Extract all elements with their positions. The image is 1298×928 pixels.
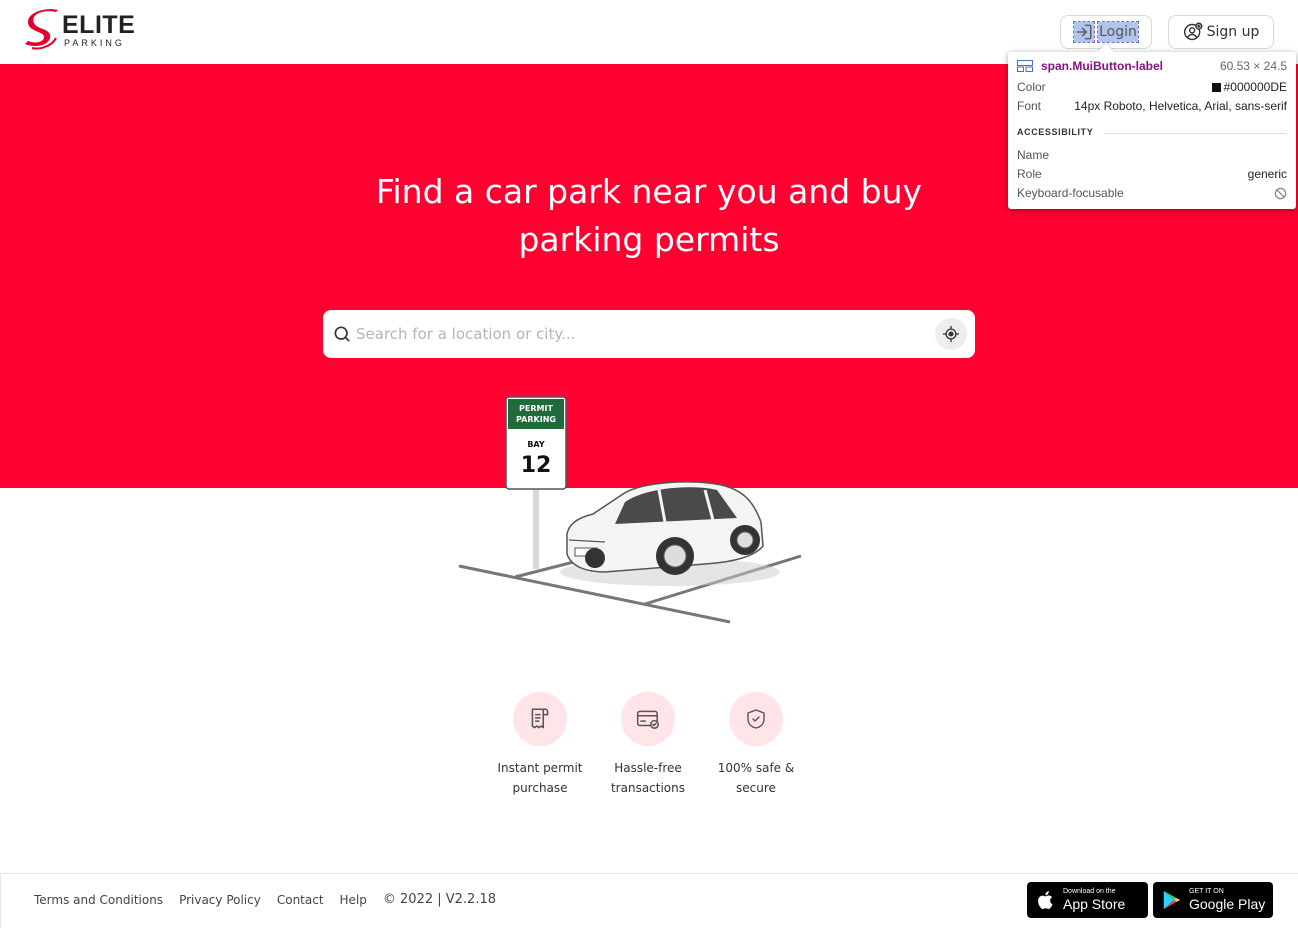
inspector-accessibility-heading: ACCESSIBILITY [1017,127,1287,137]
hero-title: Find a car park near you and buy parking… [375,172,923,259]
footer-link-help[interactable]: Help [340,893,367,907]
google-play-small-text: GET IT ON [1189,888,1224,895]
inspector-focus-row: Keyboard-focusable [1017,186,1287,200]
footer-link-contact[interactable]: Contact [277,893,324,907]
google-play-big-text: Google Play [1189,896,1266,912]
inspector-font-row: Font 14px Roboto, Helvetica, Arial, sans… [1017,99,1287,113]
element-layout-icon [1017,60,1033,72]
google-play-badge[interactable]: GET IT ON Google Play [1153,882,1273,918]
inspector-focus-label: Keyboard-focusable [1017,186,1124,200]
sign-line-1: PERMIT [519,404,553,413]
login-icon [1073,21,1096,43]
google-play-icon [1163,890,1181,910]
color-swatch [1211,83,1221,92]
feature-label: Instant permit purchase [497,761,583,795]
search-input[interactable] [356,314,935,354]
card-check-icon [621,692,675,746]
footer-link-privacy[interactable]: Privacy Policy [179,893,261,907]
footer-link-terms[interactable]: Terms and Conditions [34,893,163,907]
apple-icon [1038,891,1053,909]
inspector-color-row: Color #000000DE [1017,80,1287,94]
logo-sub-text: PARKING [64,38,125,48]
feature-safe-secure: 100% safe & secure [702,692,810,802]
logo-s-mark [25,9,58,50]
inspector-header: span.MuiButton-label 60.53 × 24.5 [1017,59,1287,73]
login-label: Login [1097,21,1139,43]
inspector-name-label: Name [1017,148,1050,162]
shield-check-icon [729,692,783,746]
parked-car-illustration: PERMIT PARKING BAY 12 [458,396,802,624]
signup-button[interactable]: Sign up [1168,15,1274,49]
inspector-font-value: 14px Roboto, Helvetica, Arial, sans-seri… [1074,99,1287,113]
inspector-role-row: Role generic [1017,167,1287,181]
sign-bay: BAY [527,440,545,449]
feature-instant-purchase: Instant permit purchase [486,692,594,802]
sign-number: 12 [521,453,552,478]
inspector-role-value: generic [1247,167,1287,181]
crosshair-icon [942,325,960,343]
inspector-role-label: Role [1017,167,1042,181]
logo-brand-text: ELITE [62,11,136,39]
footer: Terms and Conditions Privacy Policy Cont… [0,873,1298,928]
not-focusable-icon [1274,187,1287,199]
elite-parking-logo[interactable]: ELITE PARKING [22,8,142,52]
tooltip-divider [1104,133,1287,134]
car-icon [566,481,764,575]
search-bar [323,310,975,358]
sign-line-2: PARKING [516,415,556,424]
signup-label: Sign up [1206,24,1260,40]
page: ELITE PARKING Login Sign up Find a car p… [0,0,1298,928]
app-store-badge[interactable]: Download on the App Store [1027,882,1148,918]
inspector-name-row: Name [1017,148,1287,162]
inspector-size: 60.53 × 24.5 [1219,59,1287,73]
search-icon [332,324,352,344]
receipt-icon [513,692,567,746]
copyright-text: © 2022 | V2.2.18 [382,892,496,907]
locate-me-button[interactable] [935,318,967,350]
features-row: Instant permit purchase Hassle-free tran… [486,692,812,802]
accessibility-section-label: ACCESSIBILITY [1017,127,1094,137]
feature-label: 100% safe & secure [717,761,795,795]
inspector-tooltip: span.MuiButton-label 60.53 × 24.5 Color … [1008,43,1296,209]
inspector-color-label: Color [1017,80,1046,94]
inspector-element-name: span.MuiButton-label [1041,59,1163,73]
app-store-small-text: Download on the [1063,888,1116,895]
app-store-big-text: App Store [1063,896,1126,912]
footer-links: Terms and Conditions Privacy Policy Cont… [34,892,496,907]
feature-hassle-free: Hassle-free transactions [594,692,702,802]
user-add-icon [1183,22,1203,42]
inspector-font-label: Font [1017,99,1042,113]
feature-label: Hassle-free transactions [610,761,686,795]
inspector-color-value: #000000DE [1223,80,1287,94]
